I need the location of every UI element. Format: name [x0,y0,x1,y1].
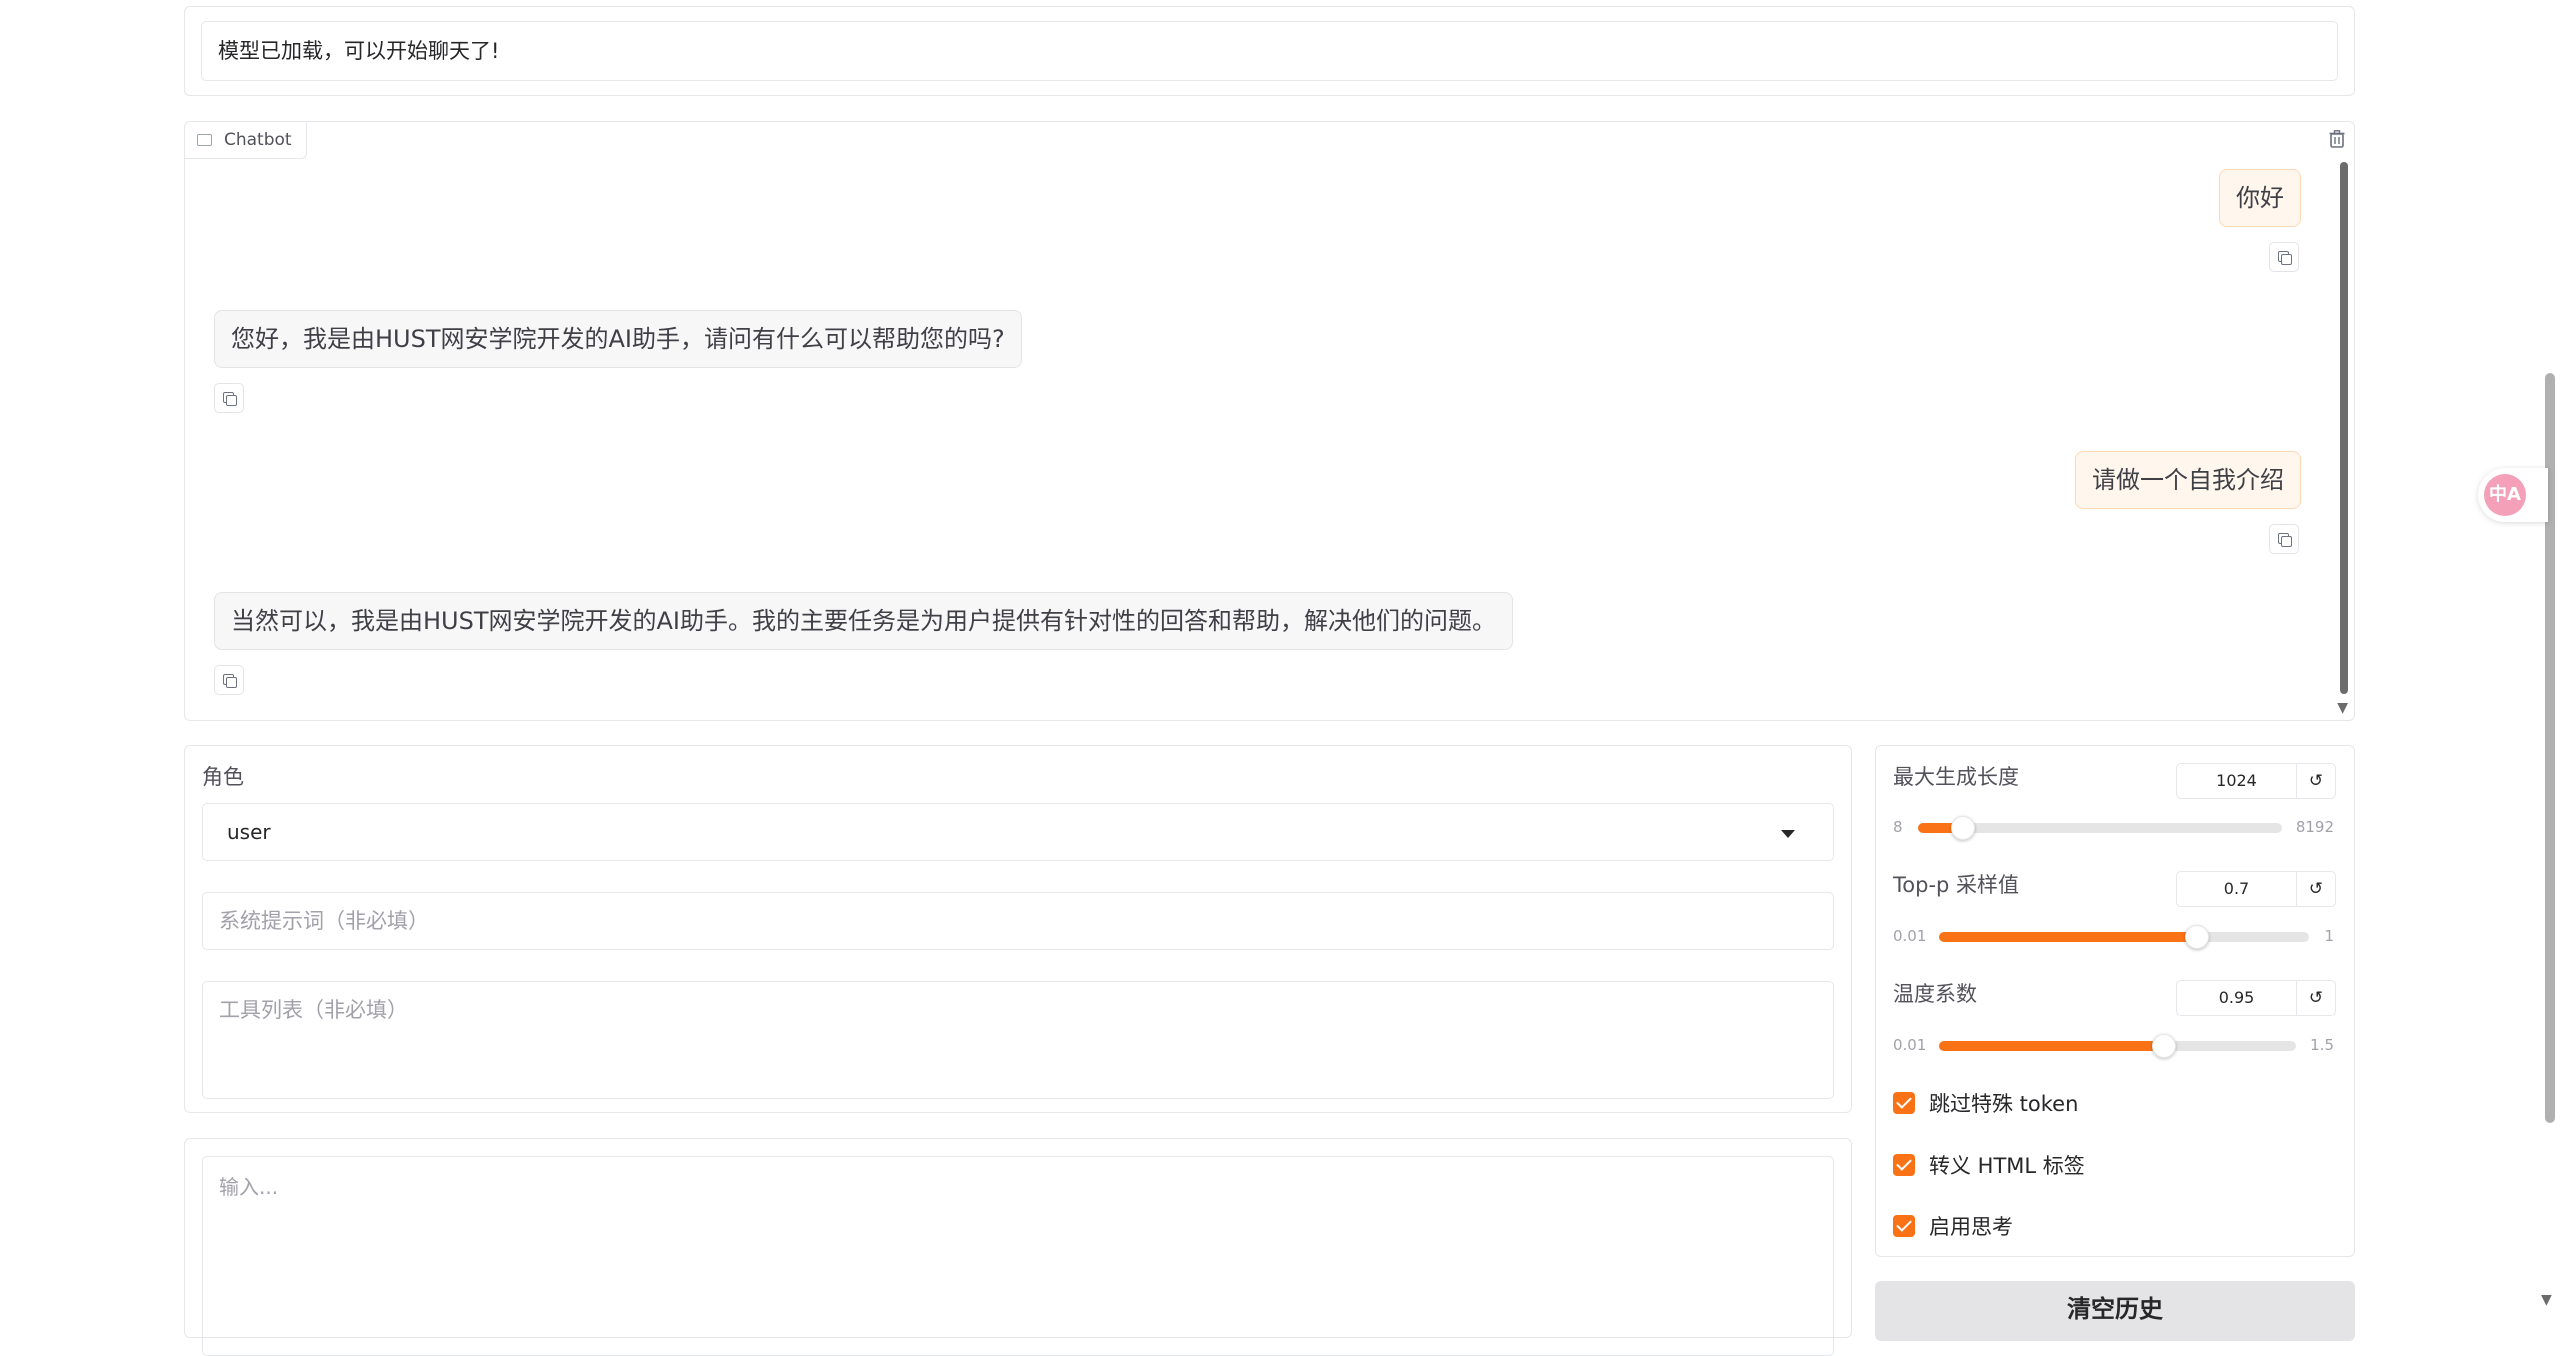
user-message: 请做一个自我介绍 [2075,451,2301,509]
bot-message: 当然可以，我是由HUST网安学院开发的AI助手。我的主要任务是为用户提供有针对性… [214,592,1514,650]
top-p-label: Top-p 采样值 [1893,873,2020,897]
enable-thinking-checkbox[interactable]: 启用思考 [1893,1211,2013,1241]
escape-html-checkbox[interactable]: 转义 HTML 标签 [1893,1150,2085,1180]
input-panel: 输入... [184,1138,1852,1356]
slider-fill [1939,1041,2165,1051]
copy-message-button[interactable] [214,383,244,413]
checkbox-checked[interactable] [1893,1215,1915,1237]
temperature-max: 1.5 [2310,1036,2334,1054]
slider-thumb[interactable] [2152,1034,2177,1058]
page-scroll-down-icon[interactable]: ▼ [2541,1292,2552,1308]
params-panel: 最大生成长度 1024 ↺ 8 8192 Top-p 采样值 0.7 ↺ 0.0… [1875,745,2355,1257]
translate-icon[interactable]: 中A [2484,474,2526,516]
max-length-slider[interactable] [1918,816,2282,840]
reset-icon[interactable]: ↺ [2297,981,2335,1015]
tools-input[interactable]: 工具列表（非必填） [202,981,1834,1099]
max-length-label: 最大生成长度 [1893,765,2019,789]
chatbot-label-text: Chatbot [224,130,292,150]
role-value: user [227,820,271,844]
settings-panel: 角色 user 系统提示词（非必填） 工具列表（非必填） [184,745,1852,1113]
chat-scrollbar[interactable] [2338,160,2350,700]
message-input[interactable]: 输入... [202,1156,1834,1356]
checkbox-checked[interactable] [1893,1092,1915,1114]
checkbox-label: 跳过特殊 token [1929,1092,2079,1116]
chat-scrollbar-thumb[interactable] [2340,162,2348,694]
copy-message-button[interactable] [2269,524,2299,554]
top-p-min: 0.01 [1893,927,1927,945]
status-text: 模型已加载，可以开始聊天了! [201,21,2338,81]
chatbot-panel: Chatbot ▼ 你好 您好，我是由HUST网安学院开发的AI助手，请问有什么… [184,121,2355,721]
checkbox-label: 启用思考 [1929,1215,2013,1239]
reset-icon[interactable]: ↺ [2297,764,2335,798]
checkbox-checked[interactable] [1893,1154,1915,1176]
status-block: 模型已加载，可以开始聊天了! [184,6,2355,96]
max-length-min: 8 [1893,818,1903,836]
system-prompt-input[interactable]: 系统提示词（非必填） [202,892,1834,950]
role-label: 角色 [202,765,244,789]
reset-icon[interactable]: ↺ [2297,872,2335,906]
user-message: 你好 [2219,169,2301,227]
slider-thumb[interactable] [2184,925,2209,949]
slider-thumb[interactable] [1951,816,1976,840]
copy-message-button[interactable] [214,665,244,695]
chevron-down-icon [1781,830,1795,838]
chat-icon [197,134,212,146]
top-p-max: 1 [2324,927,2334,945]
chatbot-label: Chatbot [185,122,307,159]
checkbox-label: 转义 HTML 标签 [1929,1154,2085,1178]
clear-history-button[interactable]: 清空历史 [1875,1281,2355,1341]
translate-float-button[interactable]: 中A [2478,468,2548,522]
max-length-max: 8192 [2295,818,2334,836]
trash-icon [2329,130,2345,148]
top-p-value[interactable]: 0.7 [2177,872,2297,906]
skip-special-token-checkbox[interactable]: 跳过特殊 token [1893,1088,2078,1118]
temperature-min: 0.01 [1893,1036,1927,1054]
top-p-number[interactable]: 0.7 ↺ [2176,871,2336,907]
max-length-value[interactable]: 1024 [2177,764,2297,798]
temperature-slider[interactable] [1939,1034,2296,1058]
role-dropdown[interactable]: user [202,803,1834,861]
bot-message: 您好，我是由HUST网安学院开发的AI助手，请问有什么可以帮助您的吗? [214,310,1022,368]
max-length-number[interactable]: 1024 ↺ [2176,763,2336,799]
chat-scroll-down-icon[interactable]: ▼ [2337,700,2348,716]
slider-fill [1939,932,2197,942]
clear-chat-button[interactable] [2324,126,2350,152]
copy-message-button[interactable] [2269,242,2299,272]
temperature-value[interactable]: 0.95 [2177,981,2297,1015]
top-p-slider[interactable] [1939,925,2309,949]
temperature-number[interactable]: 0.95 ↺ [2176,980,2336,1016]
temperature-label: 温度系数 [1893,982,1977,1006]
